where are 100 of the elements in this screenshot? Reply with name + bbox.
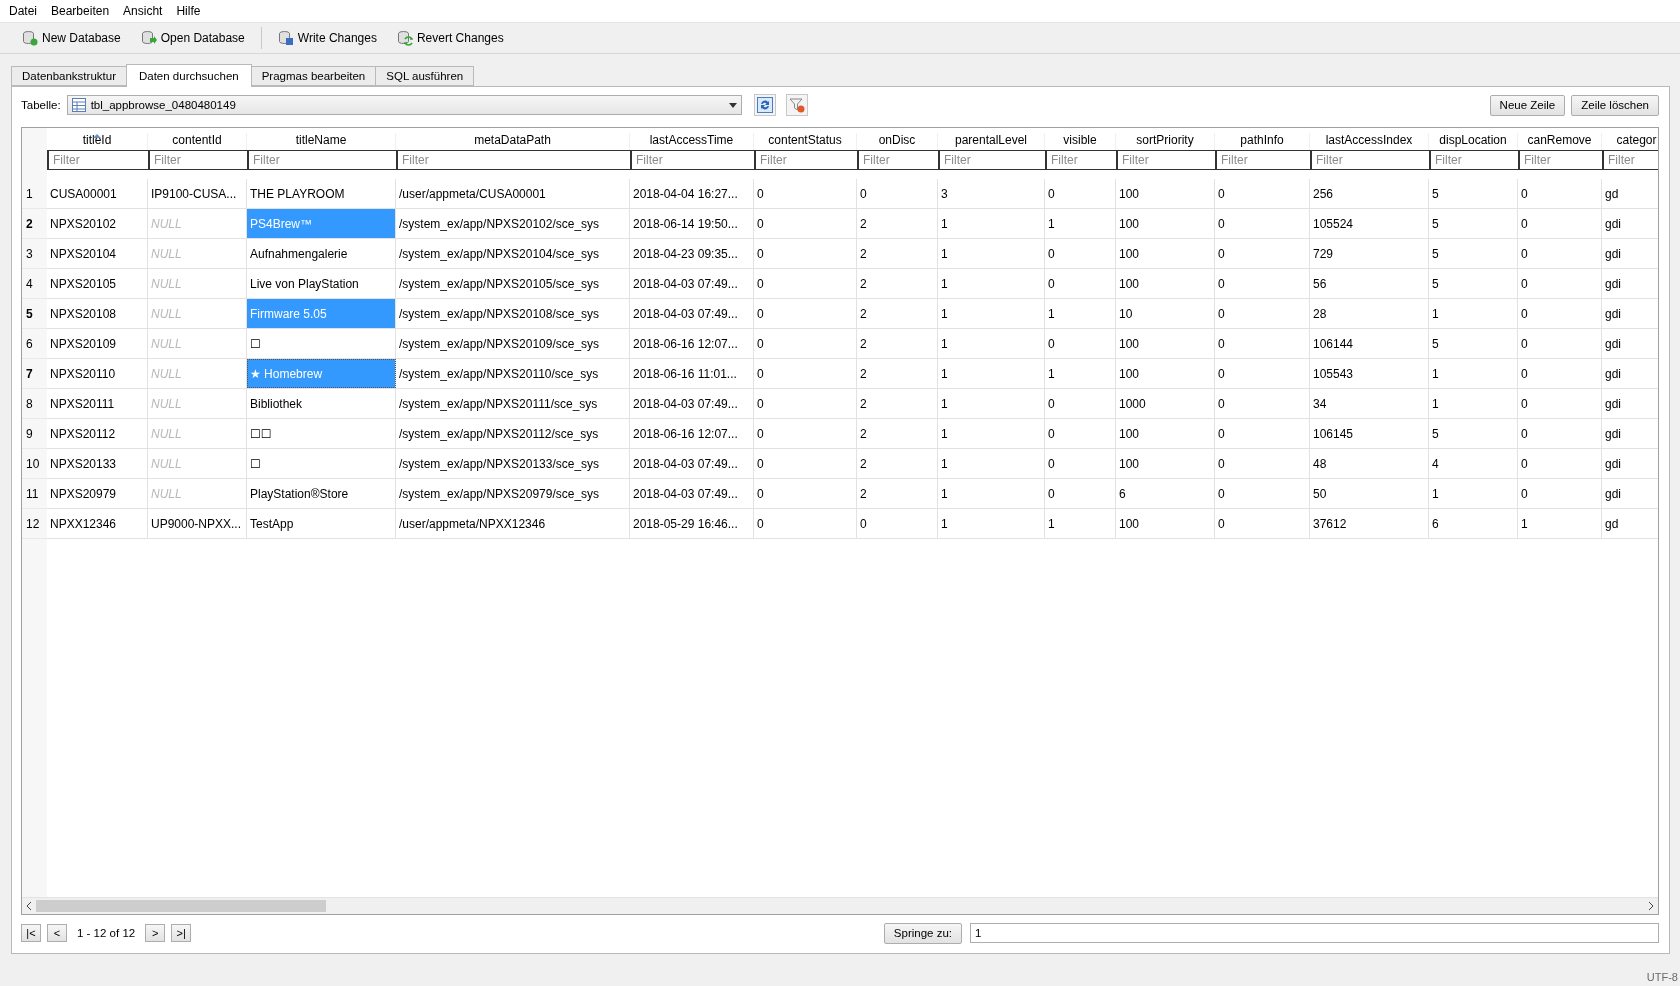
- filter-field[interactable]: Filter: [1310, 150, 1430, 170]
- table-cell[interactable]: 0: [1045, 269, 1116, 298]
- table-cell[interactable]: 1: [1429, 479, 1518, 508]
- table-cell[interactable]: 105524: [1310, 209, 1429, 238]
- table-cell[interactable]: 2: [857, 329, 938, 358]
- table-cell[interactable]: 0: [754, 299, 857, 328]
- table-cell[interactable]: 34: [1310, 389, 1429, 418]
- table-cell[interactable]: 100: [1116, 179, 1215, 208]
- table-cell[interactable]: 100: [1116, 359, 1215, 388]
- filter-field[interactable]: Filter: [1602, 150, 1658, 170]
- menu-item[interactable]: Bearbeiten: [44, 4, 117, 18]
- table-cell[interactable]: /system_ex/app/NPXS20104/sce_sys: [396, 239, 630, 268]
- table-cell[interactable]: 1000: [1116, 389, 1215, 418]
- table-cell[interactable]: 1: [938, 269, 1045, 298]
- table-cell[interactable]: gdi: [1602, 299, 1658, 328]
- horizontal-scrollbar[interactable]: [22, 897, 1658, 914]
- table-cell[interactable]: gdi: [1602, 359, 1658, 388]
- menu-item[interactable]: Ansicht: [116, 4, 170, 18]
- table-cell[interactable]: 0: [1518, 209, 1602, 238]
- toolbar-button[interactable]: Revert Changes: [388, 27, 512, 49]
- table-cell[interactable]: 100: [1116, 509, 1215, 538]
- table-cell[interactable]: 0: [1215, 329, 1310, 358]
- table-cell[interactable]: 0: [1215, 389, 1310, 418]
- table-cell[interactable]: 0: [1045, 389, 1116, 418]
- toolbar-button[interactable]: Write Changes: [269, 27, 385, 49]
- table-cell[interactable]: 0: [754, 419, 857, 448]
- table-cell[interactable]: 0: [1518, 479, 1602, 508]
- table-cell[interactable]: 0: [1045, 239, 1116, 268]
- table-cell[interactable]: 105543: [1310, 359, 1429, 388]
- table-cell[interactable]: 2: [857, 209, 938, 238]
- tab[interactable]: Pragmas bearbeiten: [250, 66, 377, 86]
- table-cell[interactable]: 5: [1429, 239, 1518, 268]
- table-cell[interactable]: gd: [1602, 509, 1658, 538]
- table-cell[interactable]: NPXS20108: [47, 299, 148, 328]
- table-cell[interactable]: 0: [1045, 449, 1116, 478]
- table-cell[interactable]: 0: [1045, 419, 1116, 448]
- table-cell[interactable]: 1: [1518, 509, 1602, 538]
- table-cell[interactable]: CUSA00001: [47, 179, 148, 208]
- table-cell[interactable]: 2018-04-03 07:49...: [630, 269, 754, 298]
- table-cell[interactable]: 0: [1215, 179, 1310, 208]
- table-cell[interactable]: 2018-05-29 16:46...: [630, 509, 754, 538]
- table-cell[interactable]: 0: [754, 359, 857, 388]
- table-cell[interactable]: gdi: [1602, 479, 1658, 508]
- table-cell[interactable]: 0: [1518, 419, 1602, 448]
- table-cell[interactable]: 50: [1310, 479, 1429, 508]
- table-cell[interactable]: 0: [1215, 509, 1310, 538]
- table-cell[interactable]: 2018-04-03 07:49...: [630, 299, 754, 328]
- table-cell[interactable]: 2: [857, 269, 938, 298]
- table-cell[interactable]: /user/appmeta/CUSA00001: [396, 179, 630, 208]
- table-cell[interactable]: 6: [1116, 479, 1215, 508]
- filter-field[interactable]: Filter: [857, 150, 939, 170]
- table-cell[interactable]: 0: [1045, 479, 1116, 508]
- previous-page-button[interactable]: <: [47, 924, 67, 942]
- table-cell[interactable]: NPXS20112: [47, 419, 148, 448]
- filter-field[interactable]: Filter: [1518, 150, 1603, 170]
- filter-field[interactable]: Filter: [396, 150, 631, 170]
- table-cell[interactable]: 0: [1215, 419, 1310, 448]
- table-cell[interactable]: 0: [1215, 269, 1310, 298]
- goto-button[interactable]: Springe zu:: [883, 922, 962, 944]
- table-cell[interactable]: /system_ex/app/NPXS20110/sce_sys: [396, 359, 630, 388]
- table-cell[interactable]: 100: [1116, 419, 1215, 448]
- table-cell[interactable]: 0: [1518, 179, 1602, 208]
- table-cell[interactable]: 1: [938, 419, 1045, 448]
- table-cell[interactable]: 0: [754, 449, 857, 478]
- table-cell[interactable]: UP9000-NPXX...: [148, 509, 247, 538]
- table-cell[interactable]: ☐☐: [247, 419, 396, 448]
- clear-filter-button[interactable]: [786, 94, 809, 116]
- table-cell[interactable]: 100: [1116, 329, 1215, 358]
- table-cell[interactable]: gdi: [1602, 419, 1658, 448]
- table-cell[interactable]: 0: [754, 329, 857, 358]
- table-cell[interactable]: PlayStation®Store: [247, 479, 396, 508]
- table-cell[interactable]: TestApp: [247, 509, 396, 538]
- table-cell[interactable]: 100: [1116, 449, 1215, 478]
- table-cell[interactable]: 0: [1215, 239, 1310, 268]
- table-cell[interactable]: /system_ex/app/NPXS20105/sce_sys: [396, 269, 630, 298]
- table-cell[interactable]: 0: [754, 179, 857, 208]
- table-cell[interactable]: gdi: [1602, 329, 1658, 358]
- table-cell[interactable]: 2018-04-03 07:49...: [630, 389, 754, 418]
- table-cell[interactable]: 28: [1310, 299, 1429, 328]
- table-cell[interactable]: 1: [938, 389, 1045, 418]
- table-cell[interactable]: 0: [1518, 329, 1602, 358]
- table-cell[interactable]: 0: [754, 209, 857, 238]
- table-cell[interactable]: 0: [1518, 359, 1602, 388]
- table-cell[interactable]: 0: [857, 509, 938, 538]
- table-cell[interactable]: NPXS20133: [47, 449, 148, 478]
- table-cell[interactable]: /system_ex/app/NPXS20112/sce_sys: [396, 419, 630, 448]
- filter-field[interactable]: Filter: [47, 150, 149, 170]
- table-cell[interactable]: 1: [938, 209, 1045, 238]
- table-cell[interactable]: 2018-04-03 07:49...: [630, 479, 754, 508]
- table-cell[interactable]: 0: [857, 179, 938, 208]
- table-cell[interactable]: 1: [1045, 359, 1116, 388]
- table-cell[interactable]: 2: [857, 479, 938, 508]
- table-cell[interactable]: 106144: [1310, 329, 1429, 358]
- table-cell[interactable]: /system_ex/app/NPXS20102/sce_sys: [396, 209, 630, 238]
- table-cell[interactable]: /system_ex/app/NPXS20133/sce_sys: [396, 449, 630, 478]
- table-cell[interactable]: 0: [754, 269, 857, 298]
- table-cell[interactable]: 0: [1518, 299, 1602, 328]
- table-cell[interactable]: 2: [857, 419, 938, 448]
- table-cell[interactable]: 106145: [1310, 419, 1429, 448]
- table-cell[interactable]: NPXS20109: [47, 329, 148, 358]
